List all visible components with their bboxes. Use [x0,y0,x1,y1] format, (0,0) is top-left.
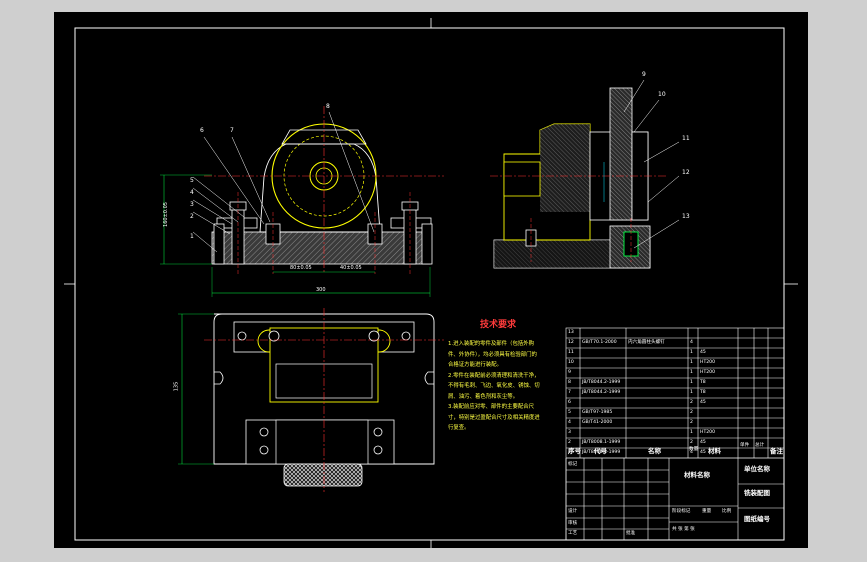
tech-req-line: 不得有毛刺、飞边、氧化皮、锈蚀、切 [448,383,540,389]
parts-cell-qty: 1 [690,390,693,395]
lbl-process: 工艺 [568,531,578,536]
parts-cell-qty: 2 [690,410,693,415]
parts-cell-code: GB/T70.1-2000 [582,340,617,345]
parts-cell-qty: 1 [690,350,693,355]
top-view [178,308,444,492]
parts-cell-qty: 2 [690,420,693,425]
hdr-name: 名称 [648,447,661,455]
unit-name: 单位名称 [744,465,770,473]
drawing-number: 图纸编号 [744,515,770,523]
parts-cell-seq: 7 [568,390,571,395]
balloon-10: 10 [658,91,666,98]
parts-cell-qty: 1 [690,380,693,385]
balloon-9: 9 [642,71,646,78]
parts-cell-material: 45 [700,450,706,455]
material-name: 材料名称 [684,471,710,479]
parts-cell-name: 内六角圆柱头螺钉 [628,340,665,345]
tech-req-line: 合格证方能进行装配。 [448,362,502,368]
hdr-total: 总计 [755,443,765,448]
parts-cell-qty: 2 [690,400,693,405]
parts-cell-qty: 2 [690,440,693,445]
dim-left-a: 80±0.05 [290,265,312,271]
parts-cell-material: 45 [700,440,706,445]
balloon-3: 3 [190,201,194,208]
balloon-2: 2 [190,213,194,220]
parts-cell-seq: 12 [568,340,574,345]
parts-cell-seq: 10 [568,360,574,365]
cad-viewport[interactable]: 1 2 3 4 5 6 7 8 9 10 11 12 13 技术要求 1.进入装配的零件及部件（包括外购… [0,0,867,562]
side-view [490,79,680,269]
dim-overall-width: 300 [316,287,326,293]
assembly-drawing: 123456 78910111213 [64,18,798,548]
hdr-single: 单件 [740,443,750,448]
balloon-5: 5 [190,177,194,184]
parts-cell-qty: 1 [690,370,693,375]
parts-cell-material: HT200 [700,360,716,365]
parts-cell-qty: 4 [690,450,693,455]
parts-cell-code: JB/T8044.2-1999 [582,390,621,395]
parts-cell-qty: 1 [690,430,693,435]
drawing-title: 铣装配图 [744,489,770,497]
balloon-7: 7 [230,127,234,134]
parts-cell-material: T8 [700,380,706,385]
lbl-mark: 标记 [568,462,578,467]
parts-cell-seq: 9 [568,370,571,375]
tech-req-line: 行复查。 [448,425,470,431]
parts-cell-seq: 5 [568,410,571,415]
balloon-4: 4 [190,189,194,196]
hdr-remark: 备注 [770,447,783,455]
parts-cell-qty: 4 [690,340,693,345]
balloon-1: 1 [190,233,194,240]
parts-cell-material: HT200 [700,370,716,375]
tech-req-line: 1.进入装配的零件及部件（包括外购 [448,341,535,347]
parts-cell-material: HT200 [700,430,716,435]
dim-height: 160±0.05 [162,202,169,227]
tech-req-line: 2.零件在装配前必须清理和清洗干净， [448,372,540,379]
balloon-12: 12 [682,169,690,176]
parts-cell-code: JB/T8008.4-1999 [582,450,621,455]
dim-left-b: 40±0.05 [340,265,362,271]
lbl-sheet: 共 张 第 张 [672,527,695,532]
lbl-design: 设计 [568,509,578,514]
tech-req-line: 屑、油污、着色剂和灰尘等。 [448,393,519,400]
lbl-weight: 重量 [702,509,712,514]
base-plate [211,231,431,265]
parts-cell-code: JB/T8044.2-1999 [582,380,621,385]
balloon-6: 6 [200,127,204,134]
drawing-sheet: 1 2 3 4 5 6 7 8 9 10 11 12 13 技术要求 1.进入装配的零件及部件（包括外购… [54,12,808,548]
parts-cell-material: 45 [700,350,706,355]
parts-cell-code: GB/T41-2000 [582,420,613,425]
parts-cell-code: GB/T97-1985 [582,410,613,415]
fixing-plate [609,87,633,221]
lbl-approve: 批准 [626,531,636,536]
parts-cell-code: JB/T8008.1-1999 [582,440,621,445]
balloon-13: 13 [682,213,690,220]
parts-cell-seq: 13 [568,330,574,335]
lbl-check: 审核 [568,521,578,526]
tech-req-line: 寸，特别是过盈配合尺寸及相关精度进 [448,414,540,421]
knurled-knob [283,463,363,487]
hdr-material: 材料 [708,447,721,455]
parts-cell-qty: 1 [690,360,693,365]
dim-side-height: 135 [173,381,180,392]
lbl-stage: 阶段标记 [672,509,691,514]
lbl-scale: 比例 [722,509,732,514]
tech-req-line: 件、外协件），均必须具有检验部门的 [448,351,537,358]
parts-cell-material: 45 [700,400,706,405]
balloon-11: 11 [682,135,690,142]
parts-cell-seq: 2 [568,440,571,445]
tech-req-title: 技术要求 [480,320,517,330]
balloon-8: 8 [326,103,330,110]
parts-cell-material: T8 [700,390,706,395]
parts-cell-seq: 1 [568,450,571,455]
parts-cell-seq: 4 [568,420,571,425]
parts-cell-seq: 3 [568,430,571,435]
parts-cell-seq: 6 [568,400,571,405]
parts-cell-seq: 11 [568,350,574,355]
tech-req-line: 3.装配前应对零、部件的主要配合尺 [448,404,535,410]
parts-cell-seq: 8 [568,380,571,385]
